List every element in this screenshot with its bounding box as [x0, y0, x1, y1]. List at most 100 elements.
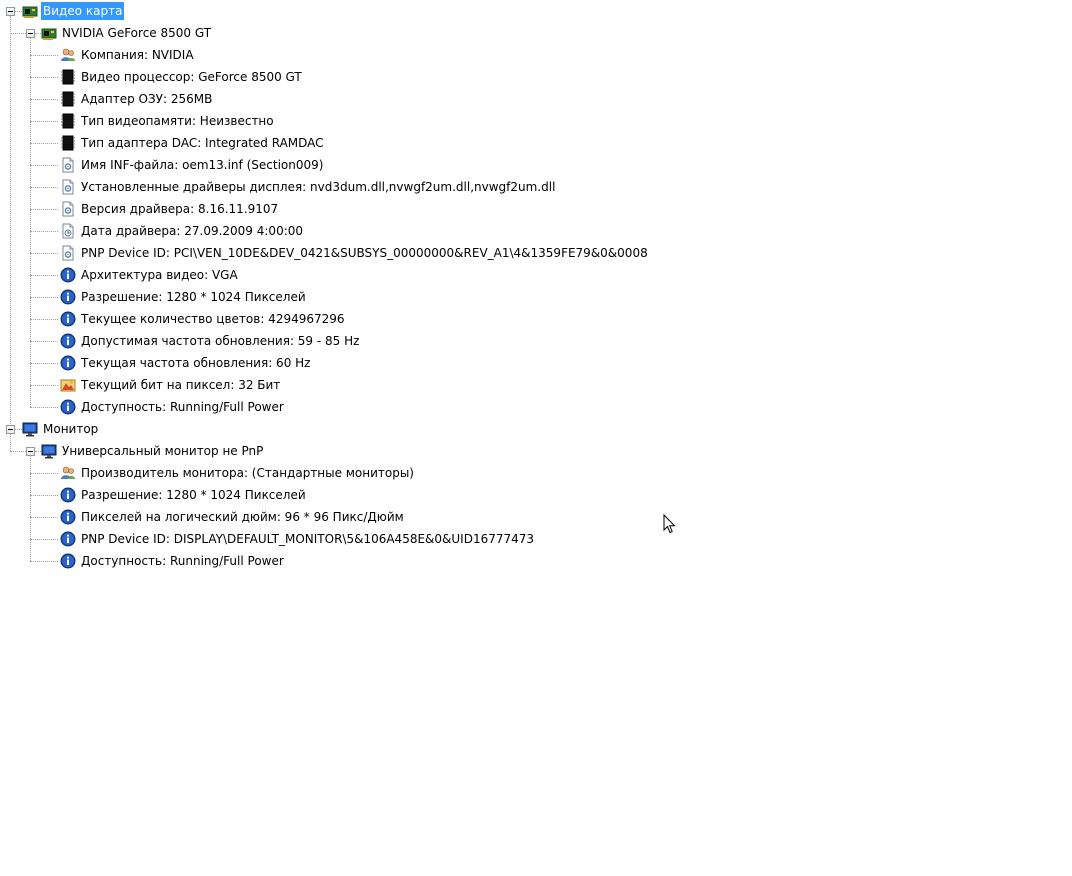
- connector-line: [30, 341, 58, 342]
- node-label: Пикселей на логический дюйм: 96 * 96 Пик…: [81, 510, 404, 524]
- chip-icon: [60, 135, 76, 151]
- property-item[interactable]: Имя INF-файла: oem13.inf (Section009): [60, 154, 325, 176]
- property-item[interactable]: Разрешение: 1280 * 1024 Пикселей: [60, 286, 308, 308]
- connector-line: [30, 253, 58, 254]
- property-item[interactable]: PNP Device ID: PCI\VEN_10DE&DEV_0421&SUB…: [60, 242, 650, 264]
- tree-item-monitor-expander[interactable]: [6, 425, 15, 434]
- property-item[interactable]: Пикселей на логический дюйм: 96 * 96 Пик…: [60, 506, 406, 528]
- property-item[interactable]: Допустимая частота обновления: 59 - 85 H…: [60, 330, 361, 352]
- node-label: Видео процессор: GeForce 8500 GT: [81, 70, 302, 84]
- info-icon: [60, 289, 76, 305]
- connector-line: [30, 38, 31, 407]
- tree-item-video-card-expander[interactable]: [6, 7, 15, 16]
- node-label: Имя INF-файла: oem13.inf (Section009): [81, 158, 324, 172]
- node-label: Архитектура видео: VGA: [81, 268, 238, 282]
- property-item[interactable]: Текущая частота обновления: 60 Hz: [60, 352, 312, 374]
- property-item[interactable]: Текущий бит на пиксел: 32 Бит: [60, 374, 282, 396]
- property-item[interactable]: Доступность: Running/Full Power: [60, 550, 286, 572]
- chip-icon: [60, 113, 76, 129]
- node-label: NVIDIA GeForce 8500 GT: [62, 26, 212, 40]
- node-label: Адаптер ОЗУ: 256MB: [81, 92, 213, 106]
- connector-line: [10, 451, 26, 452]
- info-icon: [60, 553, 76, 569]
- connector-line: [30, 539, 58, 540]
- connector-line: [30, 456, 31, 561]
- connector-line: [10, 33, 26, 34]
- category-monitor-icon: [41, 443, 57, 459]
- property-item[interactable]: Компания: NVIDIA: [60, 44, 196, 66]
- connector-line: [30, 473, 58, 474]
- node-label: Тип видеопамяти: Неизвестно: [81, 114, 274, 128]
- info-icon: [60, 355, 76, 371]
- property-item[interactable]: Дата драйвера: 27.09.2009 4:00:00: [60, 220, 305, 242]
- node-label: Дата драйвера: 27.09.2009 4:00:00: [81, 224, 304, 238]
- mouse-cursor-icon: [663, 513, 677, 534]
- tree-item-monitor-device-expander[interactable]: [26, 447, 35, 456]
- tree-item-monitor[interactable]: Монитор: [22, 418, 100, 440]
- connector-line: [30, 165, 58, 166]
- palette-icon: [60, 377, 76, 393]
- property-item[interactable]: PNP Device ID: DISPLAY\DEFAULT_MONITOR\5…: [60, 528, 536, 550]
- connector-line: [30, 561, 58, 562]
- connector-line: [30, 385, 58, 386]
- connector-line: [15, 11, 22, 12]
- device-tree[interactable]: Видео карта NVIDIA GeForce 8500 GT Компани…: [0, 0, 1072, 876]
- file-gear-icon: [60, 245, 76, 261]
- connector-line: [30, 77, 58, 78]
- property-item[interactable]: Текущее количество цветов: 4294967296: [60, 308, 347, 330]
- node-label: Разрешение: 1280 * 1024 Пикселей: [81, 290, 306, 304]
- node-label: PNP Device ID: PCI\VEN_10DE&DEV_0421&SUB…: [81, 246, 648, 260]
- node-label: Монитор: [43, 422, 99, 436]
- info-icon: [60, 399, 76, 415]
- node-label: Видео карта: [41, 2, 125, 20]
- category-monitor-icon: [22, 421, 38, 437]
- connector-line: [10, 16, 11, 424]
- chip-icon: [60, 91, 76, 107]
- tree-item-gpu[interactable]: NVIDIA GeForce 8500 GT: [41, 22, 213, 44]
- tree-item-gpu-expander[interactable]: [26, 29, 35, 38]
- info-icon: [60, 267, 76, 283]
- connector-line: [30, 517, 58, 518]
- node-label: Допустимая частота обновления: 59 - 85 H…: [81, 334, 360, 348]
- property-item[interactable]: Тип видеопамяти: Неизвестно: [60, 110, 276, 132]
- node-label: Доступность: Running/Full Power: [81, 400, 284, 414]
- connector-line: [10, 434, 11, 451]
- connector-line: [30, 143, 58, 144]
- node-label: Доступность: Running/Full Power: [81, 554, 284, 568]
- connector-line: [30, 187, 58, 188]
- file-gear-icon: [60, 201, 76, 217]
- property-item[interactable]: Версия драйвера: 8.16.11.9107: [60, 198, 280, 220]
- node-label: Установленные драйверы дисплея: nvd3dum.…: [81, 180, 556, 194]
- node-label: Производитель монитора: (Стандартные мон…: [81, 466, 414, 480]
- node-label: Текущая частота обновления: 60 Hz: [81, 356, 311, 370]
- file-gear-icon: [60, 179, 76, 195]
- node-label: Разрешение: 1280 * 1024 Пикселей: [81, 488, 306, 502]
- property-item[interactable]: Доступность: Running/Full Power: [60, 396, 286, 418]
- connector-line: [30, 407, 58, 408]
- connector-line: [30, 275, 58, 276]
- property-item[interactable]: Установленные драйверы дисплея: nvd3dum.…: [60, 176, 557, 198]
- property-item[interactable]: Видео процессор: GeForce 8500 GT: [60, 66, 304, 88]
- property-item[interactable]: Разрешение: 1280 * 1024 Пикселей: [60, 484, 308, 506]
- node-label: Тип адаптера DAC: Integrated RAMDAC: [81, 136, 324, 150]
- property-item[interactable]: Архитектура видео: VGA: [60, 264, 240, 286]
- chip-icon: [60, 69, 76, 85]
- connector-line: [15, 429, 22, 430]
- tree-item-monitor-device[interactable]: Универсальный монитор не PnP: [41, 440, 265, 462]
- info-icon: [60, 311, 76, 327]
- company-icon: [60, 47, 76, 63]
- connector-line: [30, 55, 58, 56]
- property-item[interactable]: Адаптер ОЗУ: 256MB: [60, 88, 214, 110]
- node-label: Текущий бит на пиксел: 32 Бит: [81, 378, 281, 392]
- property-item[interactable]: Производитель монитора: (Стандартные мон…: [60, 462, 416, 484]
- node-label: Компания: NVIDIA: [81, 48, 194, 62]
- connector-line: [30, 363, 58, 364]
- info-icon: [60, 487, 76, 503]
- tree-item-video-card[interactable]: Видео карта: [22, 0, 125, 22]
- category-card-icon: [22, 3, 38, 19]
- info-icon: [60, 509, 76, 525]
- node-label: PNP Device ID: DISPLAY\DEFAULT_MONITOR\5…: [81, 532, 535, 546]
- file-clock-icon: [60, 223, 76, 239]
- property-item[interactable]: Тип адаптера DAC: Integrated RAMDAC: [60, 132, 326, 154]
- connector-line: [30, 231, 58, 232]
